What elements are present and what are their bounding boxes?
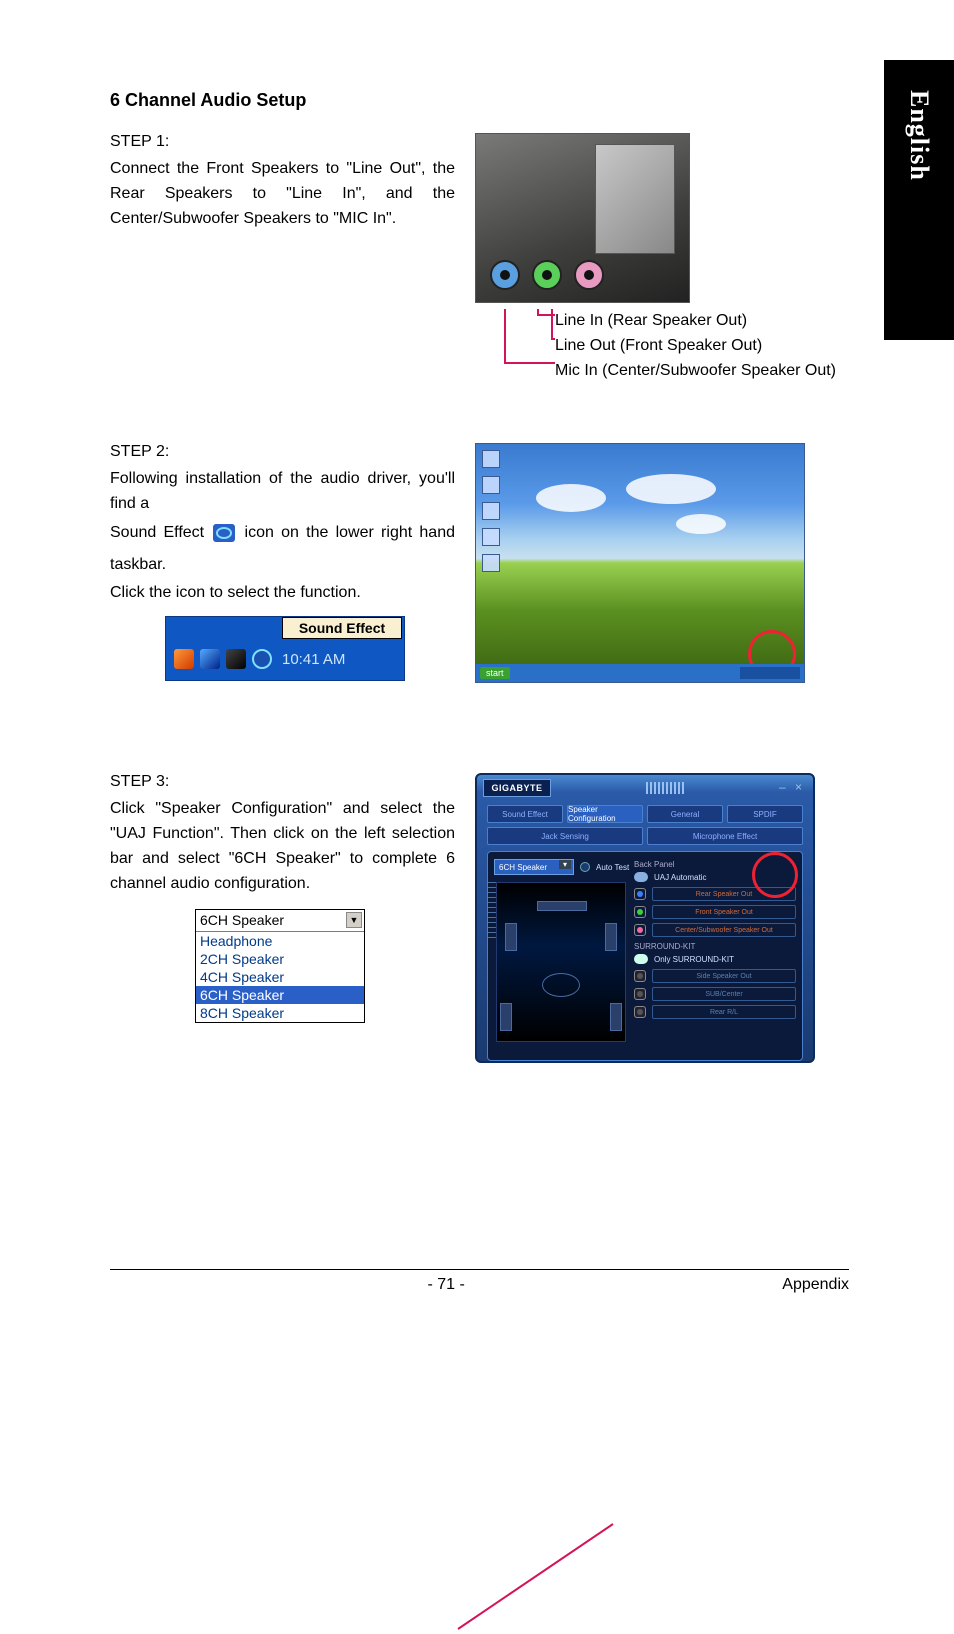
step1-label: STEP 1: [110, 133, 455, 151]
desktop-icon[interactable] [482, 502, 500, 520]
desktop-screenshot: start [475, 443, 805, 683]
auto-test-radio[interactable] [580, 862, 590, 872]
speaker-option[interactable]: 4CH Speaker [196, 968, 364, 986]
line-in-jack [490, 260, 520, 290]
page-number: - 71 - [427, 1276, 464, 1294]
only-surround-label: Only SURROUND-KIT [654, 955, 734, 964]
close-icon[interactable]: × [795, 782, 807, 794]
app-tab[interactable]: Jack Sensing [487, 827, 643, 845]
jack-indicator [634, 888, 646, 900]
mic-in-jack [574, 260, 604, 290]
step3-row: STEP 3: Click "Speaker Configuration" an… [110, 773, 849, 1063]
jack-indicator [634, 970, 646, 982]
jack-label: Center/Subwoofer Speaker Out [652, 923, 796, 937]
back-panel-label: Back Panel [634, 860, 796, 869]
uaj-toggle[interactable] [634, 872, 648, 882]
uaj-auto-label: UAJ Automatic [654, 873, 706, 882]
jack-panel: Back Panel UAJ Automatic Rear Speaker Ou… [634, 858, 796, 1020]
step2-row: STEP 2: Following installation of the au… [110, 443, 849, 683]
gigabyte-logo: GIGABYTE [483, 779, 551, 797]
jack-indicator [634, 906, 646, 918]
jack-label: Rear Speaker Out [652, 887, 796, 901]
surround-kit-label: SURROUND-KIT [634, 942, 796, 951]
tray-icon[interactable] [200, 649, 220, 669]
speaker-dropdown-value: 6CH Speaker [200, 912, 284, 928]
chevron-down-icon[interactable]: ▼ [346, 912, 362, 928]
jack-label: SUB/Center [652, 987, 796, 1001]
app-tab[interactable]: Microphone Effect [647, 827, 803, 845]
speaker-dropdown-inset: 6CH Speaker ▼ Headphone2CH Speaker4CH Sp… [195, 909, 365, 1023]
tray-clock: 10:41 AM [282, 651, 345, 668]
section-heading: 6 Channel Audio Setup [110, 90, 849, 111]
speaker-dropdown[interactable]: 6CH Speaker ▼ [196, 910, 364, 932]
jack-indicator [634, 924, 646, 936]
speaker-dropdown-list[interactable]: Headphone2CH Speaker4CH Speaker6CH Speak… [196, 932, 364, 1022]
taskbar-tray[interactable] [740, 667, 800, 679]
app-tabs: Sound EffectSpeaker ConfigurationGeneral… [487, 805, 803, 845]
step2-text-c: Click the icon to select the function. [110, 581, 455, 606]
desktop-icon[interactable] [482, 450, 500, 468]
speaker-option[interactable]: 8CH Speaker [196, 1004, 364, 1022]
taskbar-screenshot: Sound Effect 10:41 AM [165, 616, 405, 681]
jack-label: Front Speaker Out [652, 905, 796, 919]
desktop-icon[interactable] [482, 476, 500, 494]
desktop-icon[interactable] [482, 554, 500, 572]
start-button[interactable]: start [480, 667, 510, 679]
step1-row: STEP 1: Connect the Front Speakers to "L… [110, 133, 849, 383]
speaker-option[interactable]: 2CH Speaker [196, 950, 364, 968]
jack-legend: Line In (Rear Speaker Out) Line Out (Fro… [475, 309, 849, 383]
line-out-jack [532, 260, 562, 290]
sound-effect-tray-icon[interactable] [252, 649, 272, 669]
step1-text: Connect the Front Speakers to "Line Out"… [110, 157, 455, 231]
legend-mic-in: Mic In (Center/Subwoofer Speaker Out) [555, 359, 849, 384]
speaker-mode-value: 6CH Speaker [499, 863, 547, 872]
step3-text: Click "Speaker Configuration" and select… [110, 797, 455, 896]
audio-config-window: GIGABYTE – × Sound EffectSpeaker Configu… [475, 773, 815, 1063]
speaker-option[interactable]: Headphone [196, 932, 364, 950]
jack-indicator [634, 1006, 646, 1018]
jack-indicator [634, 988, 646, 1000]
app-tab[interactable]: Sound Effect [487, 805, 563, 823]
minimize-icon[interactable]: – [779, 782, 791, 794]
auto-test-label: Auto Test [596, 863, 629, 872]
legend-line-out: Line Out (Front Speaker Out) [555, 334, 849, 359]
footer-section: Appendix [782, 1276, 849, 1294]
tray-icon[interactable] [226, 649, 246, 669]
app-tab[interactable]: SPDIF [727, 805, 803, 823]
room-diagram [496, 882, 626, 1042]
desktop-icon[interactable] [482, 528, 500, 546]
speaker-option[interactable]: 6CH Speaker [196, 986, 364, 1004]
page-footer: - 71 - Appendix [110, 1269, 849, 1294]
sound-effect-icon [213, 524, 235, 542]
leader-line [398, 1514, 678, 1634]
step3-label: STEP 3: [110, 773, 455, 791]
jack-label: Side Speaker Out [652, 969, 796, 983]
motherboard-io-photo [475, 133, 690, 303]
step2-label: STEP 2: [110, 443, 455, 461]
sound-effect-tooltip: Sound Effect [282, 617, 402, 639]
step2-text-a: Following installation of the audio driv… [110, 467, 455, 517]
jack-label: Rear R/L [652, 1005, 796, 1019]
tray-icon[interactable] [174, 649, 194, 669]
app-tab[interactable]: Speaker Configuration [567, 805, 643, 823]
speaker-mode-combo[interactable]: 6CH Speaker [494, 859, 574, 875]
surround-toggle[interactable] [634, 954, 648, 964]
app-tab[interactable]: General [647, 805, 723, 823]
step2-text-b-prefix: Sound Effect [110, 524, 211, 541]
step2-text-b: Sound Effect icon on the lower right han… [110, 517, 455, 581]
legend-line-in: Line In (Rear Speaker Out) [555, 309, 849, 334]
